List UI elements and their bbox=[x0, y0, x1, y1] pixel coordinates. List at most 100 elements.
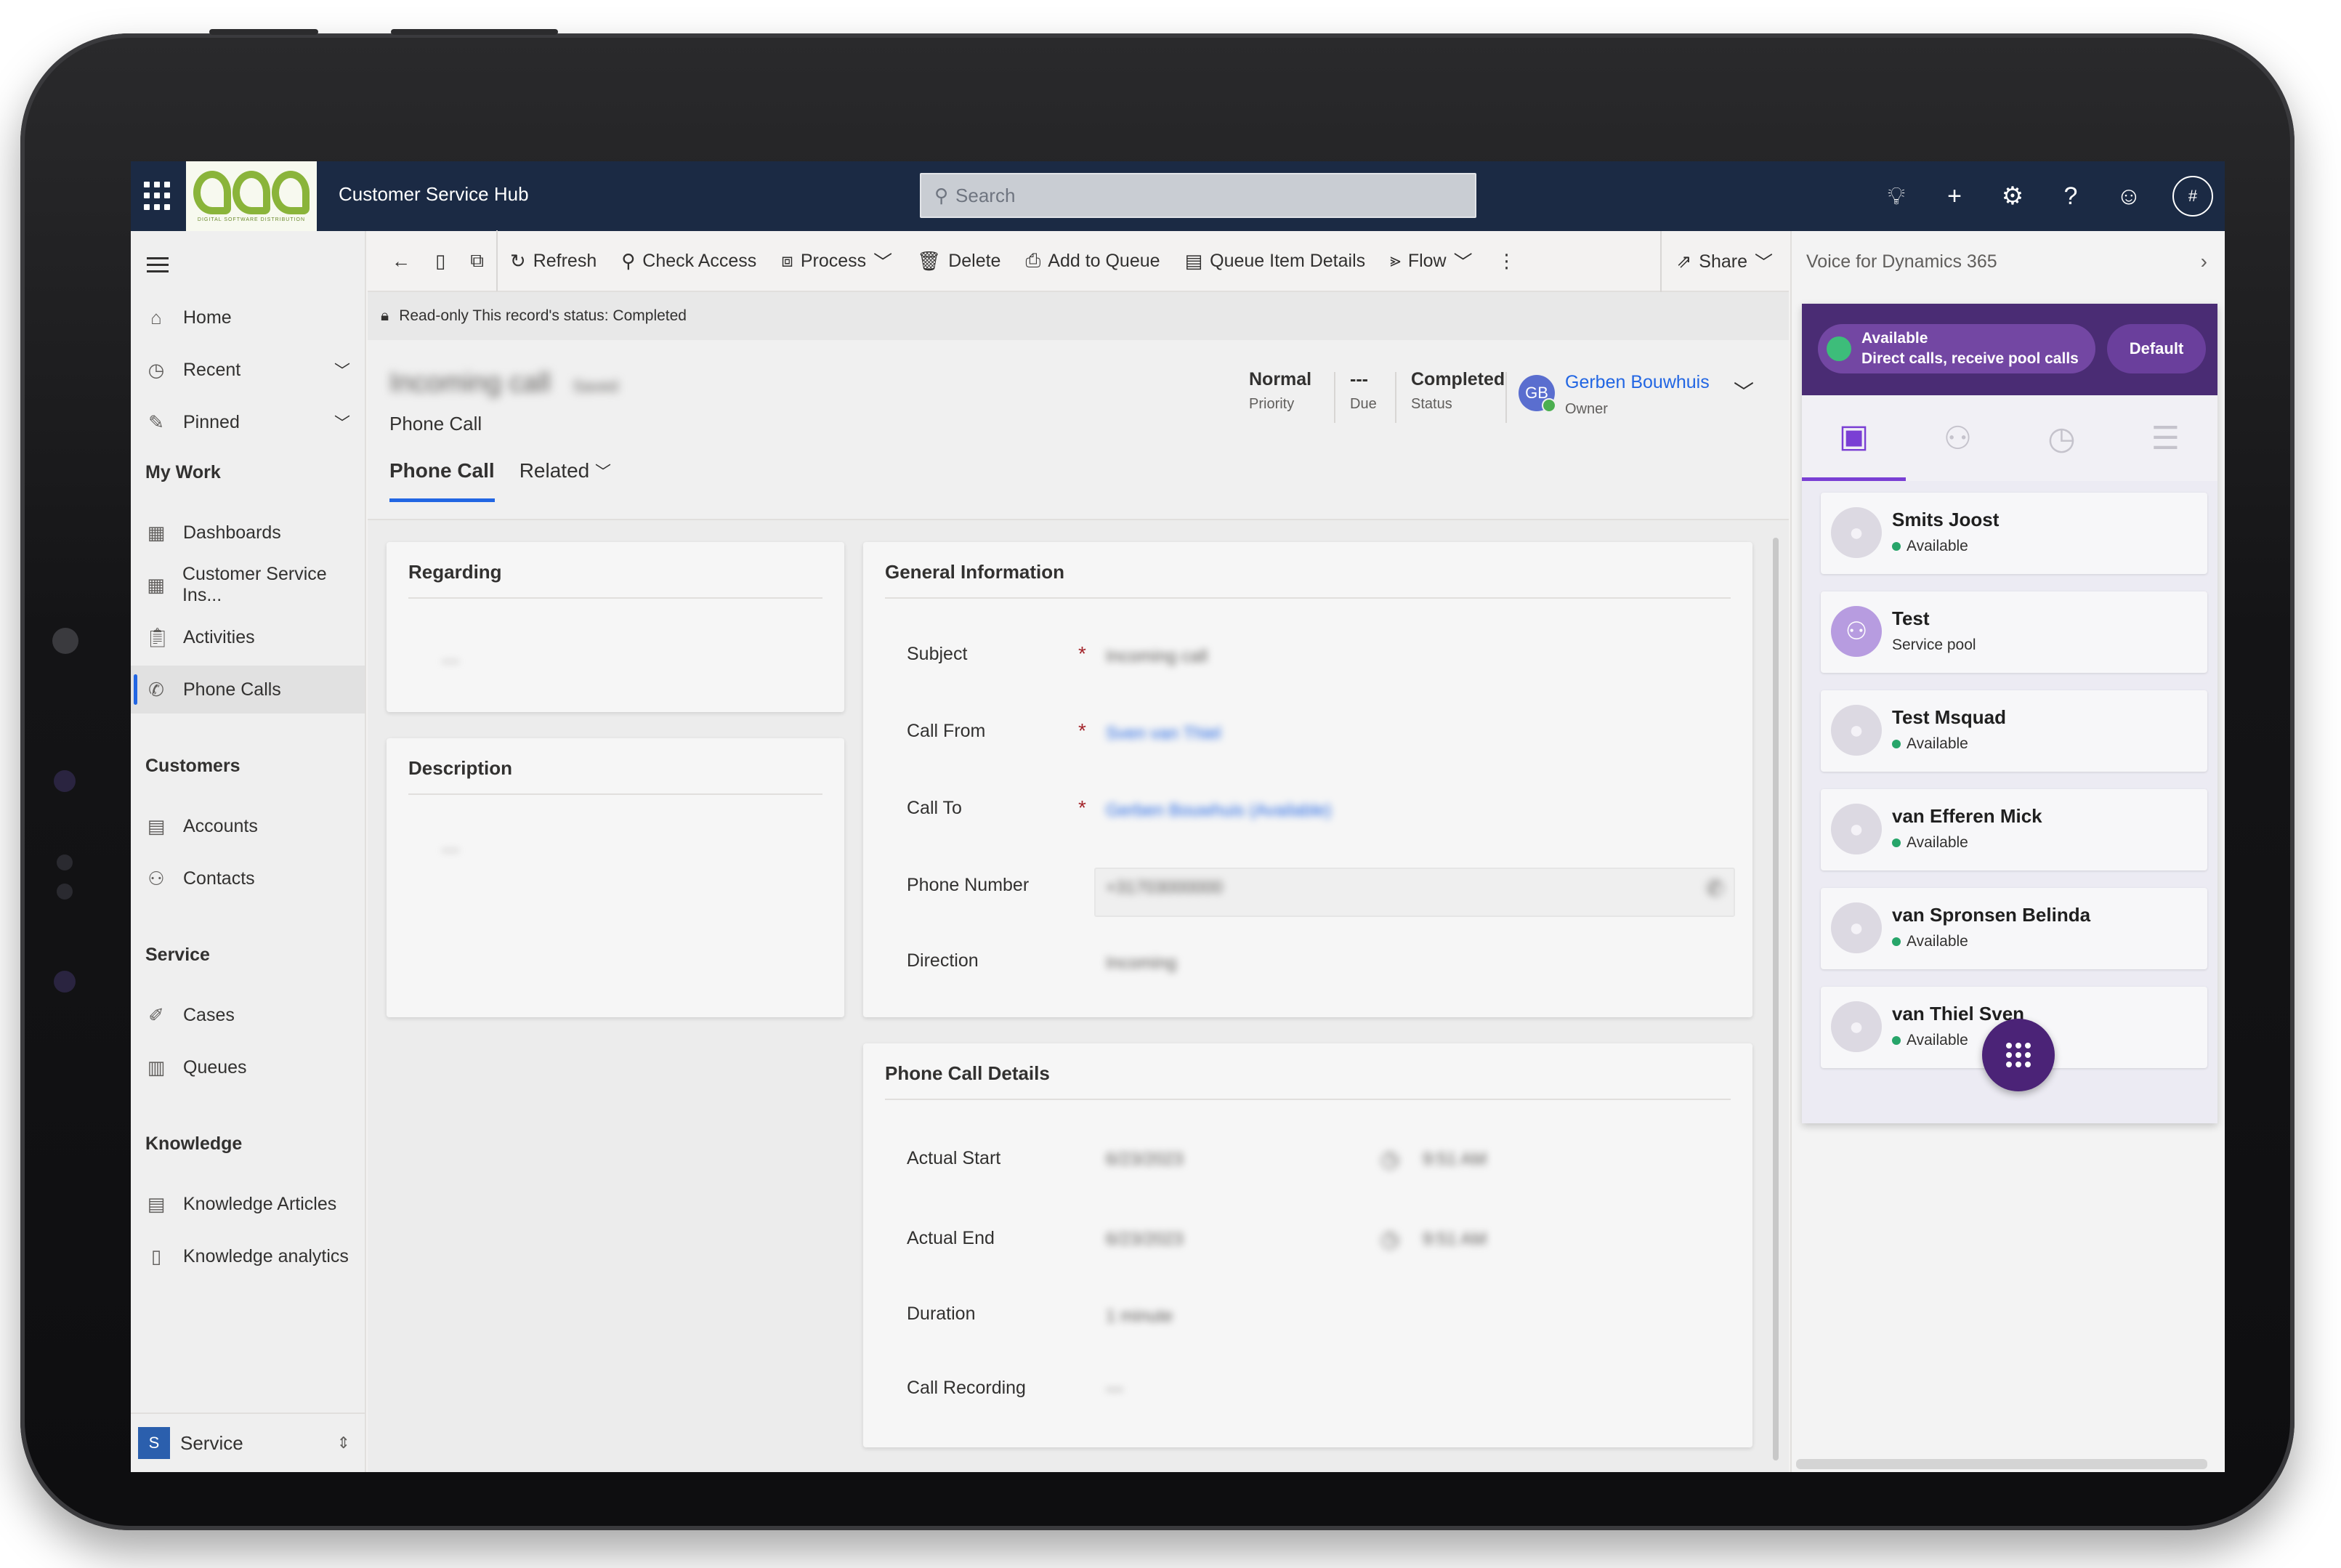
clock-icon[interactable]: ◷ bbox=[1380, 1226, 1399, 1252]
history-icon[interactable]: ◷ bbox=[2010, 395, 2114, 481]
tab-phone-call[interactable]: Phone Call bbox=[389, 459, 495, 502]
hamburger-icon[interactable] bbox=[147, 257, 169, 277]
people-icon[interactable]: ⚇ bbox=[1906, 395, 2010, 481]
more-commands-button[interactable]: ⋮ bbox=[1485, 230, 1529, 291]
panel-scrollbar[interactable] bbox=[1796, 1459, 2207, 1469]
sidebar-item-knowledge-articles[interactable]: ▤ Knowledge Articles bbox=[131, 1180, 365, 1228]
process-button[interactable]: ⧈ Process ﹀ bbox=[769, 230, 905, 291]
smiley-icon[interactable]: ☺ bbox=[2114, 182, 2143, 211]
contact-item[interactable]: ● van Efferen Mick Available bbox=[1821, 789, 2207, 870]
sidebar-item-label: Pinned bbox=[183, 411, 240, 432]
sensor-icon bbox=[57, 884, 73, 900]
back-button[interactable]: ← bbox=[379, 230, 423, 291]
contact-item[interactable]: ● Test Msquad Available bbox=[1821, 690, 2207, 772]
owner-link[interactable]: Gerben Bouwhuis bbox=[1565, 372, 1710, 393]
check-access-button[interactable]: ⚲ Check Access bbox=[609, 230, 769, 291]
actual-end-time[interactable]: 9:51 AM bbox=[1423, 1229, 1487, 1250]
direction-value[interactable]: Incoming bbox=[1106, 953, 1176, 974]
form-scrollbar[interactable] bbox=[1773, 538, 1779, 1460]
help-icon[interactable]: ? bbox=[2056, 182, 2085, 211]
status-dot-icon bbox=[1827, 336, 1851, 361]
duration-value[interactable]: 1 minute bbox=[1106, 1306, 1173, 1327]
logo-text: DIGITAL SOFTWARE DISTRIBUTION bbox=[197, 217, 306, 222]
sidebar-item-contacts[interactable]: ⚇ Contacts bbox=[131, 854, 365, 902]
availability-status-button[interactable]: Available Direct calls, receive pool cal… bbox=[1818, 324, 2095, 373]
delete-button[interactable]: 🗑︎ Delete bbox=[905, 230, 1013, 291]
phone-icon[interactable]: ✆ bbox=[1706, 876, 1724, 902]
dialpad-button[interactable] bbox=[1982, 1019, 2055, 1091]
sidebar-item-knowledge-analytics[interactable]: ▯ Knowledge analytics bbox=[131, 1232, 365, 1280]
trash-icon: 🗑︎ bbox=[917, 249, 942, 272]
call-recording-value[interactable]: --- bbox=[1106, 1379, 1123, 1399]
status-field: Completed Status bbox=[1411, 369, 1505, 412]
plus-icon[interactable]: + bbox=[1940, 182, 1969, 211]
contact-item[interactable]: ● Smits Joost Available bbox=[1821, 493, 2207, 574]
details-icon: ▤ bbox=[1184, 249, 1203, 272]
sidebar-item-activities[interactable]: 📋︎ Activities bbox=[131, 613, 365, 661]
tab-related[interactable]: Related ﹀ bbox=[519, 459, 611, 502]
default-profile-button[interactable]: Default bbox=[2107, 324, 2206, 373]
search-input[interactable]: ⚲ Search bbox=[920, 173, 1476, 218]
section-title: Phone Call Details bbox=[885, 1062, 1050, 1084]
queue-item-details-button[interactable]: ▤ Queue Item Details bbox=[1173, 230, 1378, 291]
chevron-down-icon[interactable]: ﹀ bbox=[334, 358, 350, 381]
flow-button[interactable]: ⪢ Flow ﹀ bbox=[1378, 230, 1484, 291]
open-new-window-button[interactable]: ⧉ bbox=[458, 230, 498, 291]
camera-icon bbox=[52, 628, 78, 654]
chevron-down-icon[interactable]: ﹀ bbox=[1734, 376, 1754, 405]
contact-status: Available bbox=[1892, 933, 1968, 950]
sidebar-item-cases[interactable]: ✐ Cases bbox=[131, 991, 365, 1039]
wrench-icon: ✐ bbox=[148, 1003, 164, 1026]
call-to-value[interactable]: Gerben Bouwhuis (Available) bbox=[1106, 801, 1331, 821]
regarding-value[interactable]: --- bbox=[442, 651, 459, 671]
status-dot-icon bbox=[1892, 1036, 1901, 1045]
queue-add-icon: ⎙ bbox=[1025, 249, 1041, 271]
actual-start-time[interactable]: 9:51 AM bbox=[1423, 1149, 1487, 1170]
sidebar-item-phone-calls[interactable]: ✆ Phone Calls bbox=[131, 666, 365, 714]
actual-end-date[interactable]: 6/23/2023 bbox=[1106, 1229, 1184, 1250]
magnifier-icon: ⚲ bbox=[621, 249, 636, 272]
pin-icon: ✎ bbox=[148, 411, 164, 433]
sidebar-item-accounts[interactable]: ▤ Accounts bbox=[131, 802, 365, 850]
tablet-power-button bbox=[391, 29, 558, 35]
subject-value[interactable]: Incoming call bbox=[1106, 647, 1208, 667]
refresh-button[interactable]: ↻ Refresh bbox=[498, 230, 609, 291]
clock-icon[interactable]: ◷ bbox=[1380, 1147, 1399, 1172]
app-launcher-icon[interactable] bbox=[144, 182, 173, 211]
contacts-book-icon[interactable]: ▣ bbox=[1802, 395, 1906, 481]
user-avatar[interactable]: # bbox=[2172, 176, 2213, 217]
contact-name: Smits Joost bbox=[1892, 509, 2000, 530]
lightbulb-icon[interactable]: 💡︎ bbox=[1882, 182, 1911, 211]
sidebar-item-pinned[interactable]: ✎ Pinned ﹀ bbox=[131, 398, 365, 446]
sidebar-item-label: Customer Service Ins... bbox=[182, 564, 327, 605]
area-switcher[interactable]: S Service ⇕ bbox=[131, 1413, 365, 1472]
gear-icon[interactable]: ⚙ bbox=[1998, 182, 2027, 211]
record-set-button[interactable]: ▯ bbox=[423, 230, 458, 291]
sidebar-item-home[interactable]: ⌂ Home bbox=[131, 294, 365, 342]
app-title[interactable]: Customer Service Hub bbox=[339, 183, 529, 206]
chevron-right-icon[interactable]: › bbox=[2201, 250, 2207, 273]
contact-item[interactable]: ⚇ Test Service pool bbox=[1821, 591, 2207, 673]
sidebar-item-recent[interactable]: ◷ Recent ﹀ bbox=[131, 346, 365, 394]
section-title: Regarding bbox=[408, 561, 502, 583]
description-value[interactable]: --- bbox=[442, 840, 459, 860]
status-dot-icon bbox=[1892, 838, 1901, 847]
contact-status: Available bbox=[1892, 538, 1968, 555]
add-to-queue-button[interactable]: ⎙ Add to Queue bbox=[1013, 230, 1172, 291]
chevron-down-icon[interactable]: ﹀ bbox=[334, 411, 350, 434]
contact-item[interactable]: ● van Spronsen Belinda Available bbox=[1821, 888, 2207, 969]
share-button[interactable]: ⇗ Share ﹀ bbox=[1660, 231, 1773, 292]
add-to-queue-label: Add to Queue bbox=[1048, 250, 1160, 271]
actual-start-label: Actual Start bbox=[907, 1148, 1001, 1168]
call-to-label: Call To bbox=[907, 798, 962, 818]
lock-icon: 🔒︎ bbox=[381, 307, 389, 324]
sidebar-item-queues[interactable]: ▥ Queues bbox=[131, 1043, 365, 1091]
menu-icon[interactable]: ☰ bbox=[2114, 395, 2217, 481]
call-from-value[interactable]: Sven van Thiel bbox=[1106, 724, 1221, 744]
person-avatar-icon: ● bbox=[1831, 804, 1882, 854]
actual-start-date[interactable]: 6/23/2023 bbox=[1106, 1149, 1184, 1170]
sidebar-item-dashboards[interactable]: ▦ Dashboards bbox=[131, 509, 365, 557]
record-title: Incoming call Saved bbox=[389, 368, 618, 398]
sidebar-item-customer-service-insights[interactable]: ▦ Customer Service Ins... bbox=[131, 561, 365, 609]
section-title: Description bbox=[408, 757, 513, 779]
